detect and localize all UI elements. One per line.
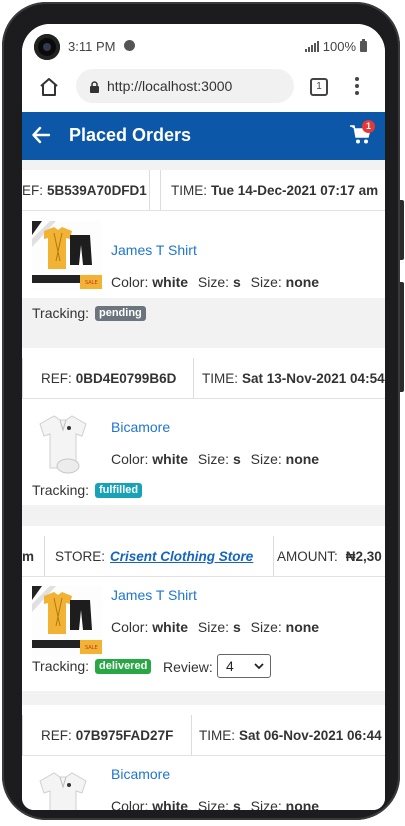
status-badge: pending bbox=[95, 306, 146, 321]
phone-frame: 3:11 PM 100% http://localhost:3000 1 Pla… bbox=[2, 2, 404, 820]
chevron-down-icon bbox=[254, 663, 264, 670]
browser-toolbar: http://localhost:3000 1 bbox=[22, 64, 385, 112]
back-arrow-icon[interactable] bbox=[32, 126, 50, 144]
page-title: Placed Orders bbox=[69, 125, 192, 145]
front-camera-icon bbox=[34, 34, 60, 60]
address-bar[interactable]: http://localhost:3000 bbox=[76, 69, 294, 103]
product-image-tshirt-set[interactable]: SALE bbox=[32, 221, 102, 291]
lock-icon bbox=[90, 80, 99, 93]
power-button bbox=[400, 200, 404, 260]
product-image-polo[interactable] bbox=[32, 408, 102, 478]
order-meta-row[interactable]: EF: 5B539A70DFD1 TIME: Tue 14-Dec-2021 07:… bbox=[22, 170, 385, 211]
review-select[interactable]: 4 bbox=[217, 654, 271, 678]
time-chip: TIME: Sat 13-Nov-2021 04:54 bbox=[202, 370, 385, 386]
order-meta-row[interactable]: m STORE: Crisent Clothing Store AMOUNT: ₦2… bbox=[22, 536, 385, 577]
ref-chip: REF: 0BD4E0799B6D bbox=[22, 358, 194, 398]
product-specs: Color: white Size: s Size: none bbox=[111, 619, 320, 635]
order-card: m STORE: Crisent Clothing Store AMOUNT: ₦2… bbox=[22, 526, 385, 691]
store-link[interactable]: Crisent Clothing Store bbox=[110, 549, 253, 564]
product-name-link[interactable]: Bicamore bbox=[111, 419, 170, 435]
store-chip: STORE: Crisent Clothing Store bbox=[45, 536, 274, 576]
product-image-polo[interactable] bbox=[32, 765, 102, 810]
tracking-label: Tracking: bbox=[32, 482, 90, 498]
order-card: EF: 5B539A70DFD1 TIME: Tue 14-Dec-2021 07:… bbox=[22, 170, 385, 321]
svg-text:SALE: SALE bbox=[85, 280, 98, 286]
url-text[interactable]: http://localhost:3000 bbox=[107, 78, 232, 94]
order-meta-row[interactable]: REF: 0BD4E0799B6D TIME: Sat 13-Nov-2021 04… bbox=[22, 358, 385, 399]
product-name-link[interactable]: James T Shirt bbox=[111, 587, 197, 603]
product-specs: Color: white Size: s Size: none bbox=[111, 798, 320, 810]
app-header: Placed Orders 1 bbox=[22, 112, 385, 160]
time-chip: TIME: Sat 06-Nov-2021 06:44 bbox=[199, 727, 382, 743]
time-chip: TIME: Tue 14-Dec-2021 07:17 am bbox=[160, 170, 385, 210]
product-name-link[interactable]: James T Shirt bbox=[111, 242, 197, 258]
overflow-menu-icon[interactable] bbox=[355, 77, 359, 97]
home-icon[interactable] bbox=[39, 77, 59, 97]
tab-switcher-icon[interactable]: 1 bbox=[310, 78, 328, 96]
order-card: REF: 0BD4E0799B6D TIME: Sat 13-Nov-2021 04… bbox=[22, 348, 385, 505]
product-image-tshirt-set[interactable]: SALE bbox=[32, 586, 102, 656]
svg-text:SALE: SALE bbox=[85, 645, 98, 651]
battery-icon bbox=[360, 39, 367, 52]
cart-count-badge: 1 bbox=[362, 120, 375, 133]
battery-percent: 100% bbox=[322, 39, 356, 54]
ref-chip: REF: 07B975FAD27F bbox=[22, 715, 192, 755]
status-time: 3:11 PM bbox=[68, 39, 116, 54]
phone-screen: 3:11 PM 100% http://localhost:3000 1 Pla… bbox=[22, 24, 385, 810]
order-meta-row[interactable]: REF: 07B975FAD27F TIME: Sat 06-Nov-2021 06… bbox=[22, 715, 385, 756]
product-name-link[interactable]: Bicamore bbox=[111, 766, 170, 782]
orders-list: EF: 5B539A70DFD1 TIME: Tue 14-Dec-2021 07:… bbox=[22, 160, 385, 810]
order-card: REF: 07B975FAD27F TIME: Sat 06-Nov-2021 06… bbox=[22, 705, 385, 810]
spotify-icon bbox=[124, 40, 135, 51]
status-badge: delivered bbox=[95, 659, 152, 674]
signal-icon bbox=[304, 41, 319, 52]
tracking-label: Tracking: bbox=[32, 305, 90, 321]
ref-chip: EF: 5B539A70DFD1 bbox=[22, 170, 150, 210]
review-label: Review: bbox=[163, 659, 213, 675]
product-specs: Color: white Size: s Size: none bbox=[111, 274, 320, 290]
partial-chip: m bbox=[22, 536, 45, 576]
volume-button bbox=[400, 282, 404, 392]
status-badge: fulfilled bbox=[95, 483, 143, 498]
status-bar: 3:11 PM 100% bbox=[22, 24, 385, 64]
tracking-label: Tracking: bbox=[32, 658, 90, 674]
product-specs: Color: white Size: s Size: none bbox=[111, 451, 320, 467]
amount-chip: AMOUNT: ₦2,30 bbox=[277, 548, 382, 564]
